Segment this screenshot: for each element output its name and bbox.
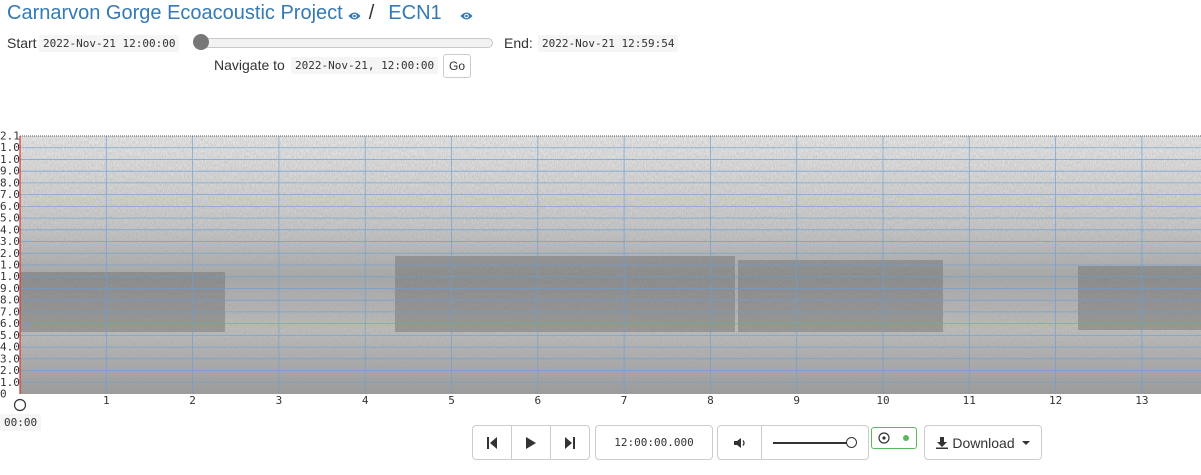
freq-tick-label: 3.0 bbox=[0, 352, 20, 365]
spectrogram[interactable]: 01.02.03.04.05.06.07.08.09.01.01.02.03.0… bbox=[0, 130, 1201, 430]
time-tick-label: 4 bbox=[362, 394, 369, 407]
follow-toggle-button[interactable] bbox=[871, 427, 917, 449]
freq-tick-label: 2.0 bbox=[0, 364, 20, 377]
transport-controls bbox=[472, 425, 590, 460]
freq-tick-label: 1.0 bbox=[0, 259, 20, 272]
mute-button[interactable] bbox=[717, 425, 762, 460]
freq-tick-label: 6.0 bbox=[0, 317, 20, 330]
skip-back-icon bbox=[487, 436, 497, 449]
freq-tick-label: 8.0 bbox=[0, 294, 20, 307]
time-tick-label: 5 bbox=[448, 394, 455, 407]
time-tick-label: 3 bbox=[276, 394, 283, 407]
play-button[interactable] bbox=[512, 426, 551, 459]
breadcrumb-separator: / bbox=[368, 1, 375, 24]
freq-tick-label: 4.0 bbox=[0, 223, 20, 236]
play-icon bbox=[526, 436, 536, 449]
freq-tick-label: 3.0 bbox=[0, 235, 20, 248]
start-label: Start bbox=[7, 35, 37, 51]
freq-tick-label: 1.0 bbox=[0, 141, 20, 154]
time-slider-handle[interactable] bbox=[193, 34, 209, 50]
time-axis: 1 2 3 4 5 6 7 8 9 10 11 12 13 bbox=[103, 394, 1149, 407]
cursor-time-label: 00:00 bbox=[0, 414, 42, 431]
time-tick-label: 8 bbox=[707, 394, 714, 407]
navigate-input[interactable]: 2022-Nov-21, 12:00:00 bbox=[291, 57, 439, 74]
volume-track bbox=[773, 442, 849, 444]
freq-tick-label: 1.0 bbox=[0, 153, 20, 166]
freq-tick-label: 9.0 bbox=[0, 165, 20, 178]
volume-icon bbox=[733, 437, 745, 448]
cursor-handle bbox=[13, 398, 27, 412]
download-button[interactable]: Download bbox=[924, 425, 1042, 460]
time-tick-label: 11 bbox=[963, 394, 976, 407]
freq-tick-label: 7.0 bbox=[0, 188, 20, 201]
freq-tick-label: 6.0 bbox=[0, 200, 20, 213]
eye-icon[interactable] bbox=[348, 4, 361, 27]
next-button[interactable] bbox=[551, 426, 589, 459]
freq-tick-label: 8.0 bbox=[0, 176, 20, 189]
project-link[interactable]: Carnarvon Gorge Ecoacoustic Project bbox=[7, 2, 343, 25]
eye-icon[interactable] bbox=[460, 4, 473, 27]
site-link[interactable]: ECN1 bbox=[388, 2, 441, 25]
download-icon bbox=[936, 436, 949, 449]
freq-tick-label: 1.0 bbox=[0, 270, 20, 283]
end-time: 2022-Nov-21 12:59:54 bbox=[538, 35, 679, 52]
time-slider-track[interactable] bbox=[195, 38, 493, 48]
end-label: End: bbox=[504, 35, 533, 51]
current-time-display: 12:00:00.000 bbox=[595, 425, 713, 460]
breadcrumb: Carnarvon Gorge Ecoacoustic Project / EC… bbox=[7, 0, 473, 26]
time-tick-label: 7 bbox=[621, 394, 628, 407]
skip-forward-icon bbox=[565, 436, 575, 449]
freq-tick-label: 2.1 bbox=[0, 130, 20, 143]
freq-tick-label: 5.0 bbox=[0, 329, 20, 342]
volume-slider[interactable] bbox=[760, 425, 869, 460]
target-icon bbox=[878, 432, 890, 444]
freq-tick-label: 7.0 bbox=[0, 305, 20, 318]
start-time: 2022-Nov-21 12:00:00 bbox=[39, 35, 180, 52]
time-tick-label: 2 bbox=[189, 394, 196, 407]
freq-tick-label: 1.0 bbox=[0, 376, 20, 389]
time-tick-label: 10 bbox=[876, 394, 889, 407]
time-tick-label: 6 bbox=[534, 394, 541, 407]
volume-handle[interactable] bbox=[846, 437, 857, 448]
freq-tick-label: 9.0 bbox=[0, 282, 20, 295]
time-tick-label: 9 bbox=[793, 394, 800, 407]
freq-tick-label: 4.0 bbox=[0, 341, 20, 354]
freq-tick-label: 2.0 bbox=[0, 247, 20, 260]
frequency-axis: 01.02.03.04.05.06.07.08.09.01.01.02.03.0… bbox=[0, 130, 20, 401]
status-dot-icon bbox=[903, 435, 909, 441]
download-label: Download bbox=[952, 434, 1015, 451]
time-tick-label: 12 bbox=[1049, 394, 1062, 407]
navigate-label: Navigate to bbox=[214, 57, 285, 73]
chevron-down-icon bbox=[1021, 440, 1030, 445]
time-tick-label: 1 bbox=[103, 394, 110, 407]
freq-tick-label: 5.0 bbox=[0, 212, 20, 225]
time-tick-label: 13 bbox=[1135, 394, 1148, 407]
go-button[interactable]: Go bbox=[443, 54, 471, 78]
freq-tick-label: 0 bbox=[0, 388, 7, 401]
previous-button[interactable] bbox=[473, 426, 512, 459]
